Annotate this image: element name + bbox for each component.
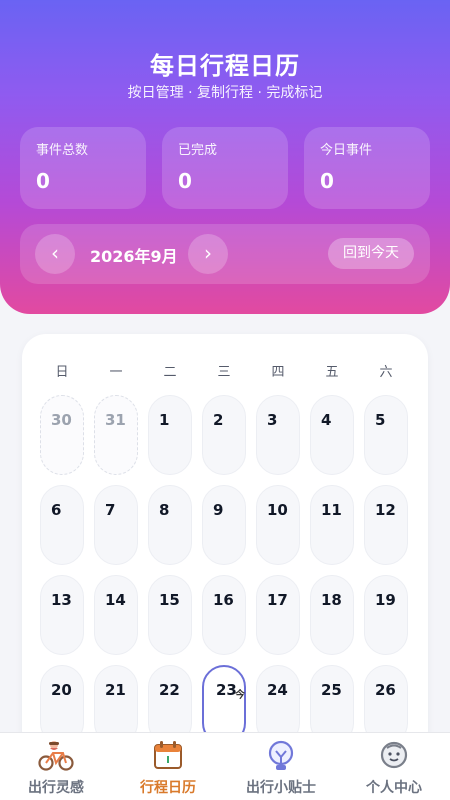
day-cell[interactable]: 18 — [310, 575, 354, 655]
day-number: 20 — [51, 681, 72, 699]
day-cell[interactable]: 3 — [256, 395, 300, 475]
current-month-label: 2026年9月 — [90, 247, 178, 266]
bottom-tab-bar: 出行灵感 行程日历 出行小贴士 个人中心 — [0, 732, 450, 800]
day-number: 12 — [375, 501, 396, 519]
day-number: 4 — [321, 411, 332, 429]
chevron-right-icon: › — [204, 241, 212, 265]
day-number: 5 — [375, 411, 386, 429]
day-number: 17 — [267, 591, 288, 609]
day-number: 6 — [51, 501, 62, 519]
stat-card-completed: 已完成 0 — [162, 127, 288, 209]
weekday-label: 一 — [109, 365, 123, 380]
day-cell[interactable]: 12 — [364, 485, 408, 565]
day-number: 7 — [105, 501, 116, 519]
weekday-label: 二 — [163, 365, 177, 380]
day-number: 9 — [213, 501, 224, 519]
day-number: 24 — [267, 681, 288, 699]
weekday-label: 五 — [325, 365, 339, 380]
day-number: 15 — [159, 591, 180, 609]
day-number: 1 — [159, 411, 170, 429]
profile-face-icon — [378, 739, 410, 775]
stat-label: 今日事件 — [320, 143, 373, 158]
day-number: 25 — [321, 681, 342, 699]
weekday-label: 三 — [217, 365, 231, 380]
day-number: 2 — [213, 411, 224, 429]
day-number: 16 — [213, 591, 234, 609]
day-cell[interactable]: 30 — [40, 395, 84, 475]
day-number: 21 — [105, 681, 126, 699]
stat-card-total: 事件总数 0 — [20, 127, 146, 209]
day-number: 23 — [216, 681, 237, 699]
bicycle-icon — [37, 739, 75, 777]
day-cell[interactable]: 11 — [310, 485, 354, 565]
header-banner: 每日行程日历 按日管理 · 复制行程 · 完成标记 事件总数 0 已完成 0 今… — [0, 0, 450, 314]
day-cell[interactable]: 1 — [148, 395, 192, 475]
day-cell[interactable]: 8 — [148, 485, 192, 565]
day-cell[interactable]: 6 — [40, 485, 84, 565]
day-cell[interactable]: 10 — [256, 485, 300, 565]
page-subtitle: 按日管理 · 复制行程 · 完成标记 — [127, 85, 323, 101]
tab-label: 行程日历 — [140, 780, 196, 796]
tab-label: 出行灵感 — [28, 780, 84, 796]
page-title: 每日行程日历 — [150, 52, 300, 80]
tab-profile[interactable]: 个人中心 — [338, 733, 450, 800]
weekday-label: 日 — [55, 365, 69, 380]
day-cell[interactable]: 4 — [310, 395, 354, 475]
day-number: 3 — [267, 411, 278, 429]
tab-label: 个人中心 — [366, 780, 422, 796]
day-number: 30 — [51, 411, 72, 429]
weekday-label: 六 — [379, 365, 393, 380]
day-number: 19 — [375, 591, 396, 609]
day-number: 26 — [375, 681, 396, 699]
day-number: 31 — [105, 411, 126, 429]
day-number: 8 — [159, 501, 170, 519]
today-tag: 今 — [235, 690, 245, 701]
day-cell[interactable]: 17 — [256, 575, 300, 655]
calendar-icon — [152, 739, 184, 775]
weekday-label: 四 — [271, 365, 285, 380]
day-cell[interactable]: 7 — [94, 485, 138, 565]
lightbulb-icon — [265, 739, 297, 777]
stat-value: 0 — [36, 169, 50, 193]
day-cell[interactable]: 14 — [94, 575, 138, 655]
month-navigator: ‹ 2026年9月 › 回到今天 — [20, 224, 430, 284]
day-cell[interactable]: 13 — [40, 575, 84, 655]
chevron-left-icon: ‹ — [51, 241, 59, 265]
day-cell[interactable]: 31 — [94, 395, 138, 475]
day-cell[interactable]: 16 — [202, 575, 246, 655]
prev-month-button[interactable]: ‹ — [35, 234, 75, 274]
day-cell[interactable]: 5 — [364, 395, 408, 475]
tab-inspiration[interactable]: 出行灵感 — [0, 733, 112, 800]
back-to-today-button[interactable]: 回到今天 — [328, 238, 414, 269]
day-number: 13 — [51, 591, 72, 609]
day-number: 14 — [105, 591, 126, 609]
day-number: 22 — [159, 681, 180, 699]
stat-label: 事件总数 — [36, 143, 89, 158]
stat-value: 0 — [178, 169, 192, 193]
stat-value: 0 — [320, 169, 334, 193]
stat-label: 已完成 — [178, 143, 218, 158]
day-cell[interactable]: 19 — [364, 575, 408, 655]
day-number: 11 — [321, 501, 342, 519]
day-number: 10 — [267, 501, 288, 519]
day-number: 18 — [321, 591, 342, 609]
next-month-button[interactable]: › — [188, 234, 228, 274]
tab-calendar[interactable]: 行程日历 — [112, 733, 224, 800]
tab-label: 出行小贴士 — [246, 780, 316, 796]
day-cell[interactable]: 15 — [148, 575, 192, 655]
tab-tips[interactable]: 出行小贴士 — [224, 733, 338, 800]
day-cell[interactable]: 9 — [202, 485, 246, 565]
day-cell[interactable]: 2 — [202, 395, 246, 475]
stat-card-today: 今日事件 0 — [304, 127, 430, 209]
